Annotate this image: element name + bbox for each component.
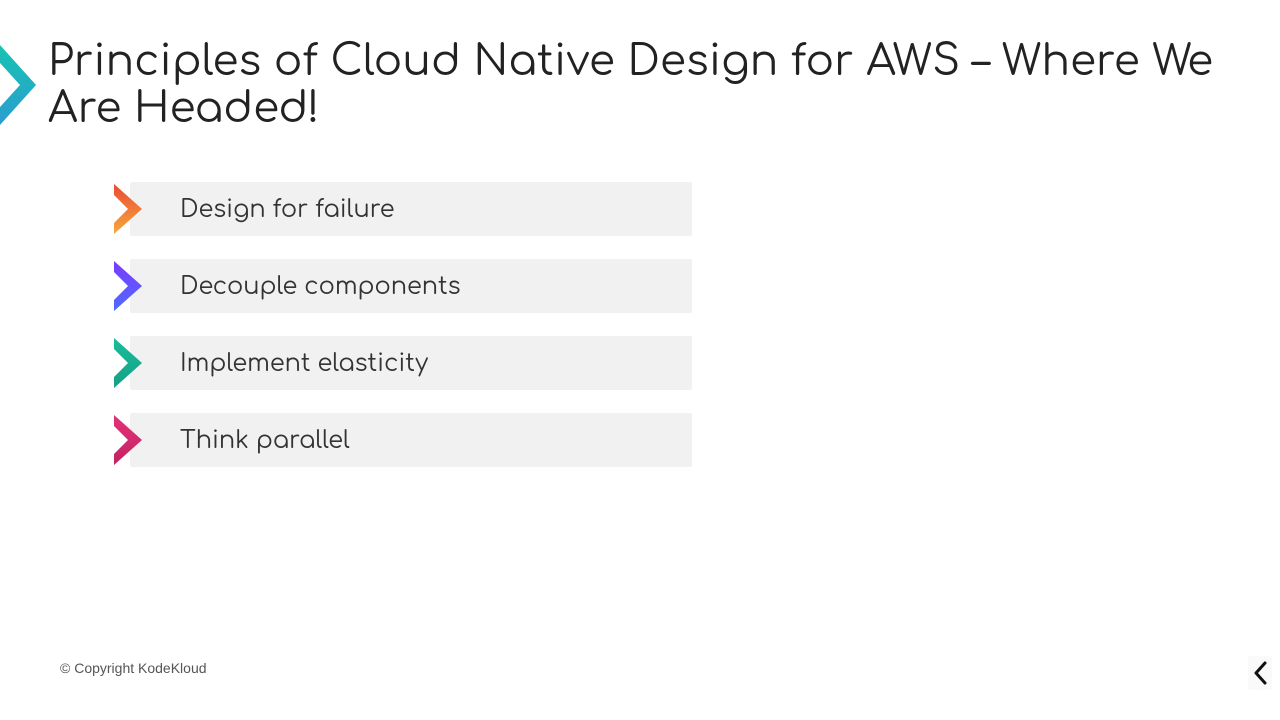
slide-title: Principles of Cloud Native Design for AW… xyxy=(48,38,1280,132)
principle-bar: Implement elasticity xyxy=(130,336,692,390)
principle-label: Implement elasticity xyxy=(180,350,428,377)
slide: Principles of Cloud Native Design for AW… xyxy=(0,0,1280,720)
principle-label: Decouple components xyxy=(180,273,461,300)
chevron-right-icon xyxy=(114,415,142,465)
chevron-left-icon xyxy=(1253,661,1267,685)
chevron-right-icon xyxy=(114,338,142,388)
chevron-right-icon xyxy=(114,184,142,234)
principle-item: Design for failure xyxy=(114,182,692,236)
principle-item: Implement elasticity xyxy=(114,336,692,390)
principles-list: Design for failure Decouple components xyxy=(114,182,692,490)
chevron-right-icon xyxy=(0,45,36,125)
copyright-text: © Copyright KodeKloud xyxy=(60,660,207,676)
chevron-right-icon xyxy=(114,261,142,311)
nav-back-button[interactable] xyxy=(1248,656,1272,690)
principle-item: Think parallel xyxy=(114,413,692,467)
principle-item: Decouple components xyxy=(114,259,692,313)
principle-label: Design for failure xyxy=(180,196,394,223)
principle-bar: Design for failure xyxy=(130,182,692,236)
principle-bar: Think parallel xyxy=(130,413,692,467)
title-wrap: Principles of Cloud Native Design for AW… xyxy=(0,38,1280,132)
principle-label: Think parallel xyxy=(180,427,350,454)
principle-bar: Decouple components xyxy=(130,259,692,313)
